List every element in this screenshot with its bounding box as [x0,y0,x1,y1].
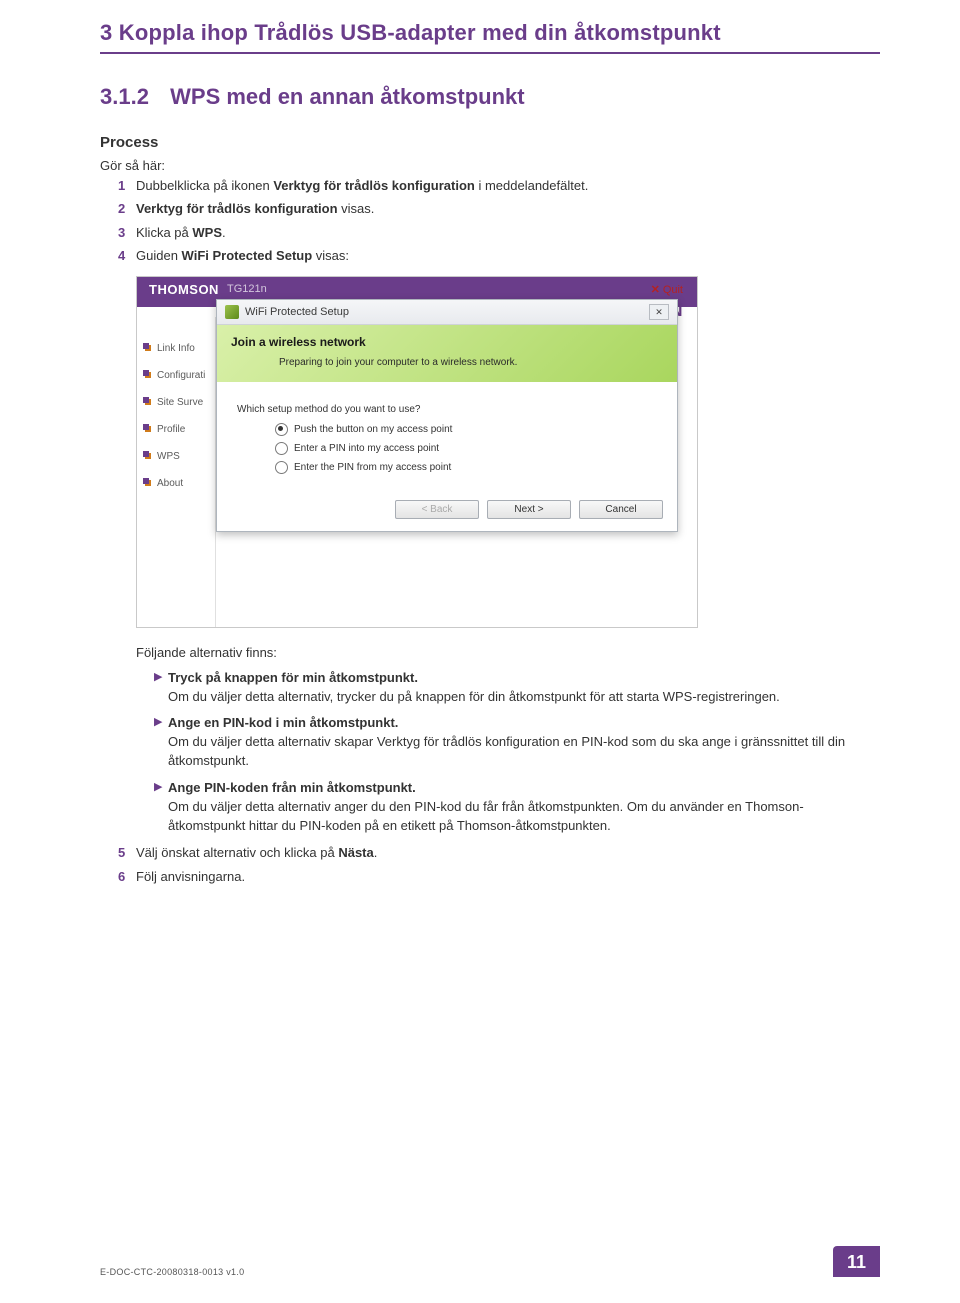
page-number: 11 [833,1246,880,1277]
radio-option-pin-from-ap[interactable]: Enter the PIN from my access point [275,461,657,474]
dialog-button-row: < Back Next > Cancel [217,492,677,531]
step-text: Följ anvisningarna. [136,867,880,887]
process-heading: Process [100,134,880,151]
alternative-pin-from-ap: ▶ Ange PIN-koden från min åtkomstpunkt. … [154,779,880,836]
step-2: 2 Verktyg för trådlös konfiguration visa… [118,199,880,219]
step-4: 4 Guiden WiFi Protected Setup visas: [118,246,880,266]
bullet-icon: ▶ [154,669,168,707]
step-number: 2 [118,199,136,219]
section-number: 3.1.2 [100,84,164,110]
back-button[interactable]: < Back [395,500,479,519]
process-intro: Gör så här: [100,157,880,176]
radio-label: Enter a PIN into my access point [294,443,439,454]
sidebar-item-profile[interactable]: Profile [137,416,215,443]
alternative-text: Om du väljer detta alternativ anger du d… [168,799,804,833]
sidebar-icon [143,343,153,353]
alternative-title: Ange PIN-koden från min åtkomstpunkt. [168,780,416,795]
dialog-question: Which setup method do you want to use? [237,404,657,415]
app-window: THOMSON TG121n ✕Quit SON Link Info Confi… [136,276,698,628]
device-model: TG121n [227,283,267,295]
radio-label: Push the button on my access point [294,424,452,435]
step-text: Välj önskat alternativ och klicka på Näs… [136,843,880,863]
dialog-titlebar: WiFi Protected Setup ✕ [217,300,677,325]
step-text: Klicka på WPS. [136,223,880,243]
chapter-title: 3 Koppla ihop Trådlös USB-adapter med di… [100,20,880,46]
step-3: 3 Klicka på WPS. [118,223,880,243]
step-5: 5 Välj önskat alternativ och klicka på N… [118,843,880,863]
sidebar-item-link-info[interactable]: Link Info [137,335,215,362]
wps-icon [225,305,239,319]
sidebar-icon [143,397,153,407]
radio-option-push-button[interactable]: Push the button on my access point [275,423,657,436]
page-footer: E-DOC-CTC-20080318-0013 v1.0 11 [100,1246,880,1277]
step-text: Dubbelklicka på ikonen Verktyg för trådl… [136,176,880,196]
dialog-banner-subtitle: Preparing to join your computer to a wir… [279,357,663,368]
dialog-body: Which setup method do you want to use? P… [217,382,677,492]
header-rule [100,52,880,54]
radio-label: Enter the PIN from my access point [294,462,451,473]
alternative-text: Om du väljer detta alternativ, trycker d… [168,689,780,704]
app-main: WiFi Protected Setup ✕ Join a wireless n… [216,317,697,627]
section-title-text: WPS med en annan åtkomstpunkt [170,84,525,109]
dialog-title: WiFi Protected Setup [245,306,349,318]
dialog-banner: Join a wireless network Preparing to joi… [217,325,677,382]
sidebar-item-site-survey[interactable]: Site Surve [137,389,215,416]
step-number: 3 [118,223,136,243]
alternative-title: Ange en PIN-kod i min åtkomstpunkt. [168,715,398,730]
alternative-enter-pin: ▶ Ange en PIN-kod i min åtkomstpunkt. Om… [154,714,880,771]
embedded-screenshot: THOMSON TG121n ✕Quit SON Link Info Confi… [136,276,880,628]
step-number: 6 [118,867,136,887]
sidebar-icon [143,370,153,380]
process-steps-cont: 5 Välj önskat alternativ och klicka på N… [118,843,880,886]
radio-icon [275,423,288,436]
sidebar-icon [143,451,153,461]
alternative-push-button: ▶ Tryck på knappen för min åtkomstpunkt.… [154,669,880,707]
step-number: 1 [118,176,136,196]
step-text: Guiden WiFi Protected Setup visas: [136,246,880,266]
alternative-text: Om du väljer detta alternativ skapar Ver… [168,734,845,768]
step-1: 1 Dubbelklicka på ikonen Verktyg för trå… [118,176,880,196]
section-heading: 3.1.2 WPS med en annan åtkomstpunkt [100,84,880,110]
step-number: 5 [118,843,136,863]
step-text: Verktyg för trådlös konfiguration visas. [136,199,880,219]
cancel-button[interactable]: Cancel [579,500,663,519]
close-icon: ✕ [651,284,660,296]
wps-dialog: WiFi Protected Setup ✕ Join a wireless n… [216,299,678,532]
process-steps: 1 Dubbelklicka på ikonen Verktyg för trå… [118,176,880,266]
radio-option-enter-pin[interactable]: Enter a PIN into my access point [275,442,657,455]
radio-icon [275,442,288,455]
app-body: Link Info Configurati Site Surve Profile… [137,317,697,627]
alternatives-list: ▶ Tryck på knappen för min åtkomstpunkt.… [154,669,880,836]
quit-link[interactable]: ✕Quit [651,283,683,296]
radio-icon [275,461,288,474]
sidebar-item-wps[interactable]: WPS [137,443,215,470]
doc-code: E-DOC-CTC-20080318-0013 v1.0 [100,1267,244,1277]
step-number: 4 [118,246,136,266]
bullet-icon: ▶ [154,714,168,771]
brand-text: THOMSON [149,282,219,297]
document-page: 3 Koppla ihop Trådlös USB-adapter med di… [0,0,960,1303]
next-button[interactable]: Next > [487,500,571,519]
alternative-title: Tryck på knappen för min åtkomstpunkt. [168,670,418,685]
sidebar-icon [143,478,153,488]
app-sidebar: Link Info Configurati Site Surve Profile… [137,317,216,627]
sidebar-icon [143,424,153,434]
sidebar-item-about[interactable]: About [137,470,215,497]
bullet-icon: ▶ [154,779,168,836]
sidebar-item-configuration[interactable]: Configurati [137,362,215,389]
dialog-close-button[interactable]: ✕ [649,304,669,320]
dialog-banner-title: Join a wireless network [231,335,663,349]
alternatives-intro: Följande alternativ finns: [136,644,880,663]
step-6: 6 Följ anvisningarna. [118,867,880,887]
